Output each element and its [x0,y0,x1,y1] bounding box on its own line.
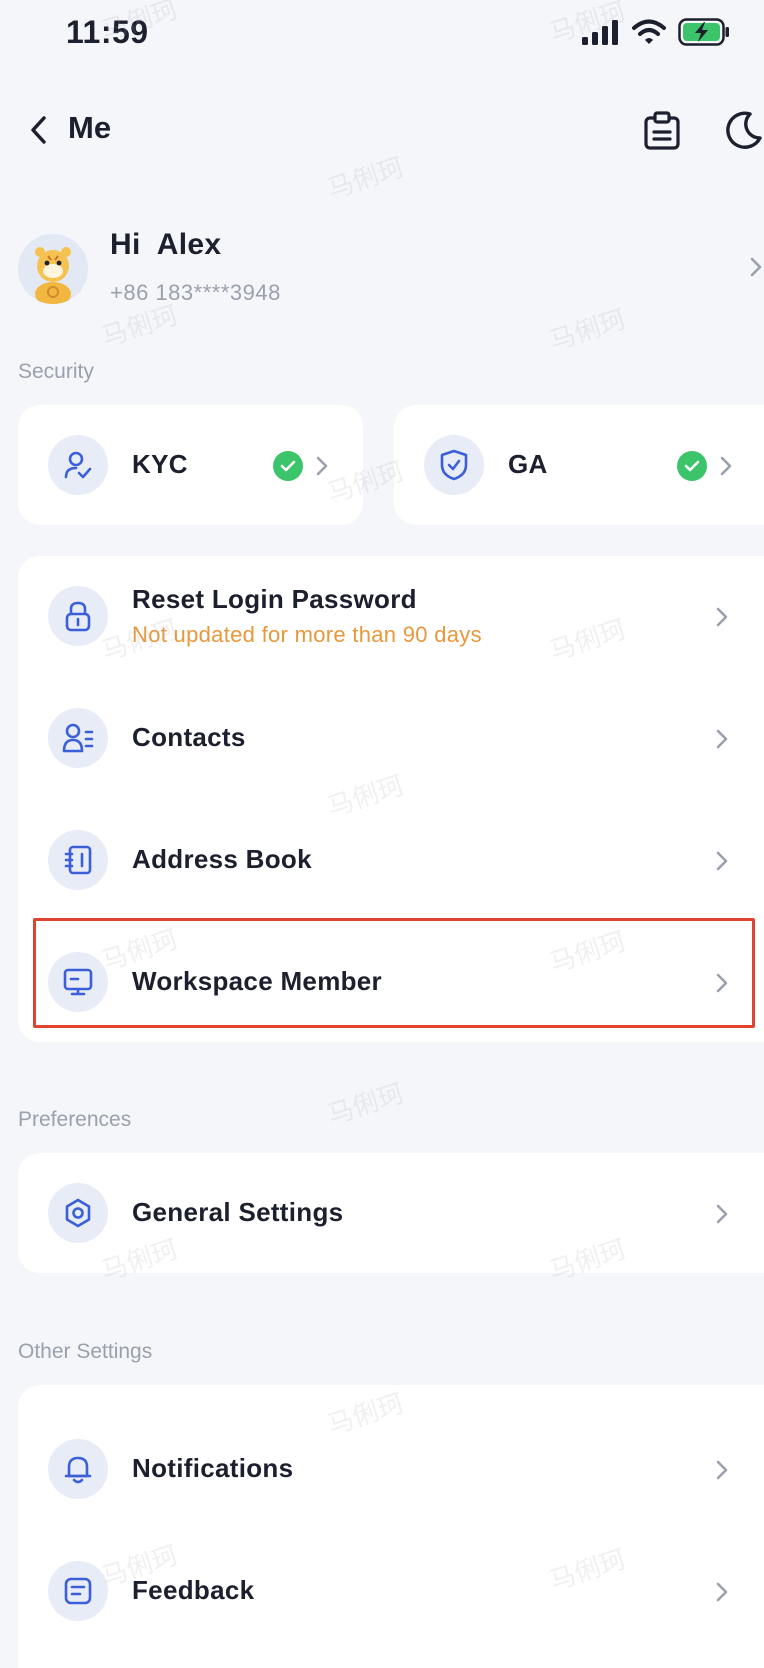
greeting: Hi Alex [110,228,222,261]
feedback-icon-wrap [48,1561,108,1621]
section-label-preferences: Preferences [18,1108,132,1131]
tiger-mascot-icon [18,234,88,304]
shield-check-icon [440,449,468,481]
avatar[interactable] [18,234,88,304]
contacts-icon [62,723,94,753]
reset-password-warning: Not updated for more than 90 days [132,622,482,647]
back-button[interactable] [20,110,56,150]
battery-icon [678,18,729,46]
chevron-right-icon [714,728,730,750]
section-label-other-settings: Other Settings [18,1340,153,1363]
highlight-box [33,918,755,1028]
kyc-label: KYC [132,449,188,479]
reset-password-row[interactable]: Reset Login Password Not updated for mor… [18,556,764,676]
verified-check-icon [273,451,303,481]
notifications-row[interactable]: Notifications [18,1393,764,1515]
status-time: 11:59 [66,14,149,50]
general-settings-label: General Settings [132,1197,344,1227]
signal-icon [582,20,618,45]
chevron-right-icon [750,257,762,277]
page-title: Me [68,110,112,145]
other-settings-card: Notifications Feedback [18,1385,764,1668]
notifications-icon-wrap [48,1439,108,1499]
reset-icon-wrap [48,586,108,646]
verified-check-icon [677,451,707,481]
contacts-label: Contacts [132,722,246,752]
clipboard-icon [644,111,680,150]
moon-icon [726,111,762,149]
chevron-right-icon [714,606,730,628]
reset-password-label: Reset Login Password [132,584,417,614]
address-book-icon [64,845,92,875]
notifications-label: Notifications [132,1453,294,1483]
contacts-row[interactable]: Contacts [18,678,764,798]
watermark: 马俐珂 [324,152,408,206]
address-book-row[interactable]: Address Book [18,800,764,920]
contacts-icon-wrap [48,708,108,768]
chevron-left-icon [31,116,46,144]
ga-icon-wrap [424,435,484,495]
chevron-right-icon [714,1581,730,1603]
chevron-right-icon [714,1203,730,1225]
section-label-security: Security [18,360,94,383]
phone-number: +86 183****3948 [110,280,281,305]
feedback-row[interactable]: Feedback [18,1523,764,1645]
chevron-right-icon [714,850,730,872]
ga-card[interactable]: GA [394,405,764,525]
feedback-icon [64,1577,92,1605]
watermark: 马俐珂 [324,1078,408,1132]
watermark: 马俐珂 [546,304,630,358]
kyc-card[interactable]: KYC [18,405,363,525]
chevron-right-icon [714,1459,730,1481]
clipboard-button[interactable] [642,110,682,152]
status-icons [582,18,730,46]
dark-mode-toggle[interactable] [720,108,764,152]
chevron-right-icon [314,455,330,477]
kyc-icon-wrap [48,435,108,495]
address-book-label: Address Book [132,844,312,874]
bell-icon [64,1456,92,1484]
general-settings-row[interactable]: General Settings [18,1153,764,1273]
wifi-icon [632,19,666,44]
general-settings-icon-wrap [48,1183,108,1243]
gear-icon [65,1198,91,1228]
lock-icon [65,601,91,632]
address-book-icon-wrap [48,830,108,890]
feedback-label: Feedback [132,1575,255,1605]
ga-label: GA [508,449,548,479]
user-check-icon [64,451,92,479]
profile-chevron[interactable] [748,256,764,278]
chevron-right-icon [718,455,734,477]
